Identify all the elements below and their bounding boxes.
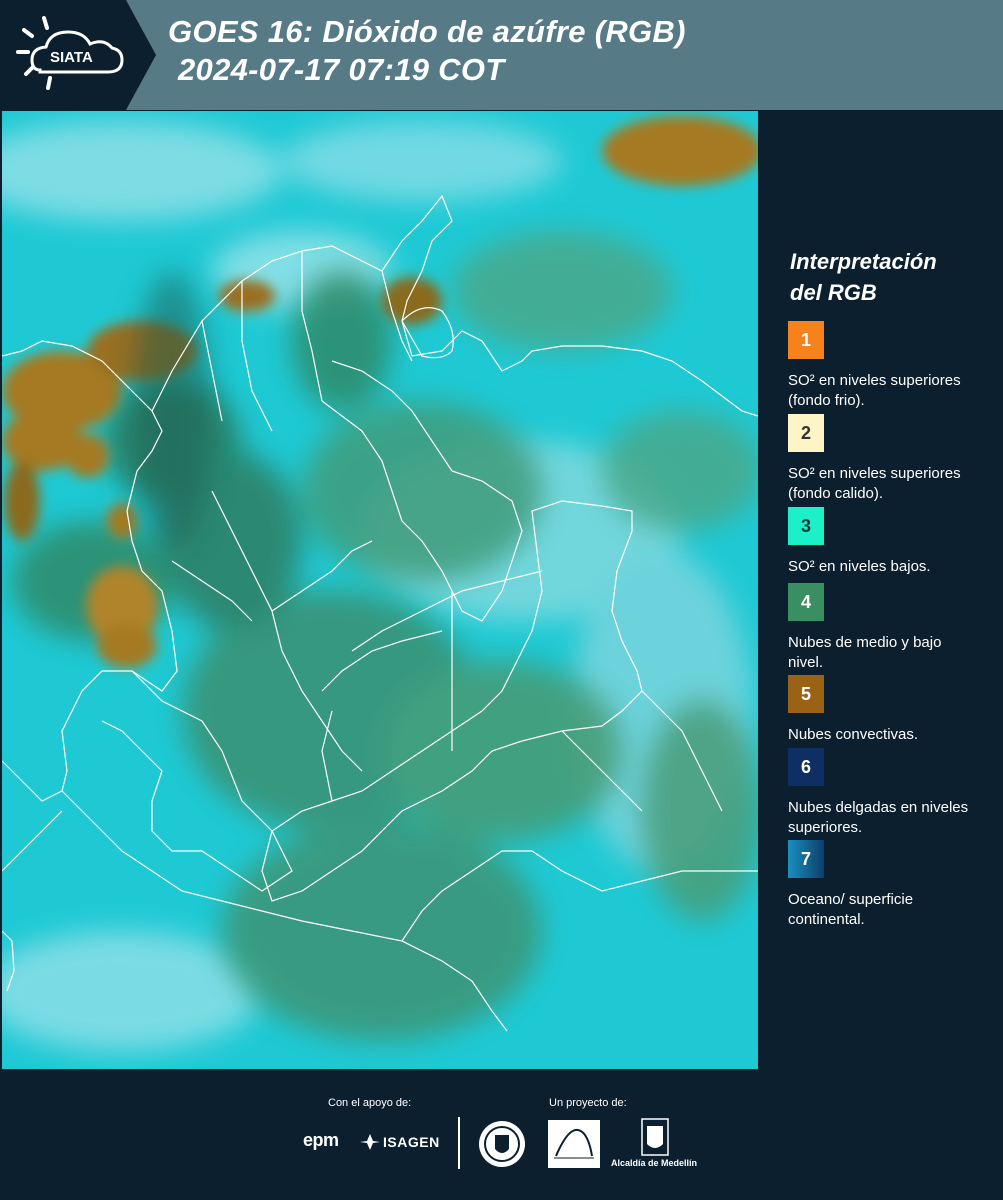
legend-item-4: 4 Nubes de medio y bajo nivel. <box>788 583 978 673</box>
university-seal-icon <box>479 1121 525 1167</box>
timestamp: 2024-07-17 07:19 COT <box>178 52 505 87</box>
legend-label-5: Nubes convectivas. <box>788 726 919 743</box>
legend: Interpretación del RGB <box>776 246 996 308</box>
alcaldia-seal-icon <box>641 1118 669 1156</box>
satellite-map <box>2 111 758 1069</box>
legend-swatch-2: 2 <box>788 414 824 452</box>
dark-cloud-band <box>132 271 212 551</box>
legend-title-line1: Interpretación <box>790 249 937 274</box>
legend-item-6: 6 Nubes delgadas en niveles superiores. <box>788 748 978 838</box>
legend-label-4: Nubes de medio y bajo nivel. <box>788 634 942 671</box>
legend-label-7: Oceano/ superficie continental. <box>788 891 914 928</box>
header-bar: SIATA GOES 16: Dióxido de azúfre (RGB) 2… <box>0 0 1003 110</box>
legend-swatch-5: 5 <box>788 675 824 713</box>
legend-label-6: Nubes delgadas en niveles superiores. <box>788 799 969 836</box>
footer: Con el apoyo de: Un proyecto de: epm ISA… <box>0 1070 1003 1200</box>
alcaldia-label: Alcaldía de Medellín <box>611 1158 698 1168</box>
legend-item-7: 7 Oceano/ superficie continental. <box>788 840 978 930</box>
page-title: GOES 16: Dióxido de azúfre (RGB) <box>168 14 686 49</box>
epm-logo: epm <box>303 1130 339 1150</box>
legend-swatch-7: 7 <box>788 840 824 878</box>
legend-title-line2: del RGB <box>790 280 877 305</box>
legend-label-3: SO² en niveles bajos. <box>788 558 931 575</box>
legend-swatch-3: 3 <box>788 507 824 545</box>
legend-item-5: 5 Nubes convectivas. <box>788 675 978 745</box>
logo-text: SIATA <box>50 49 93 66</box>
area-metropolitana-logo <box>548 1120 600 1168</box>
legend-label-2: SO² en niveles superiores (fondo calido)… <box>788 465 961 502</box>
siata-logo: SIATA <box>0 0 156 110</box>
footer-divider <box>458 1117 460 1169</box>
legend-label-1: SO² en niveles superiores (fondo frio). <box>788 372 961 409</box>
legend-item-3: 3 SO² en niveles bajos. <box>788 507 978 577</box>
legend-swatch-4: 4 <box>788 583 824 621</box>
project-label: Un proyecto de: <box>549 1097 627 1109</box>
legend-swatch-1: 1 <box>788 321 824 359</box>
support-label: Con el apoyo de: <box>328 1097 412 1109</box>
legend-item-2: 2 SO² en niveles superiores (fondo calid… <box>788 414 978 504</box>
legend-swatch-6: 6 <box>788 748 824 786</box>
isagen-icon <box>360 1134 380 1150</box>
legend-item-1: 1 SO² en niveles superiores (fondo frio)… <box>788 321 978 411</box>
isagen-logo: ISAGEN <box>383 1134 440 1150</box>
